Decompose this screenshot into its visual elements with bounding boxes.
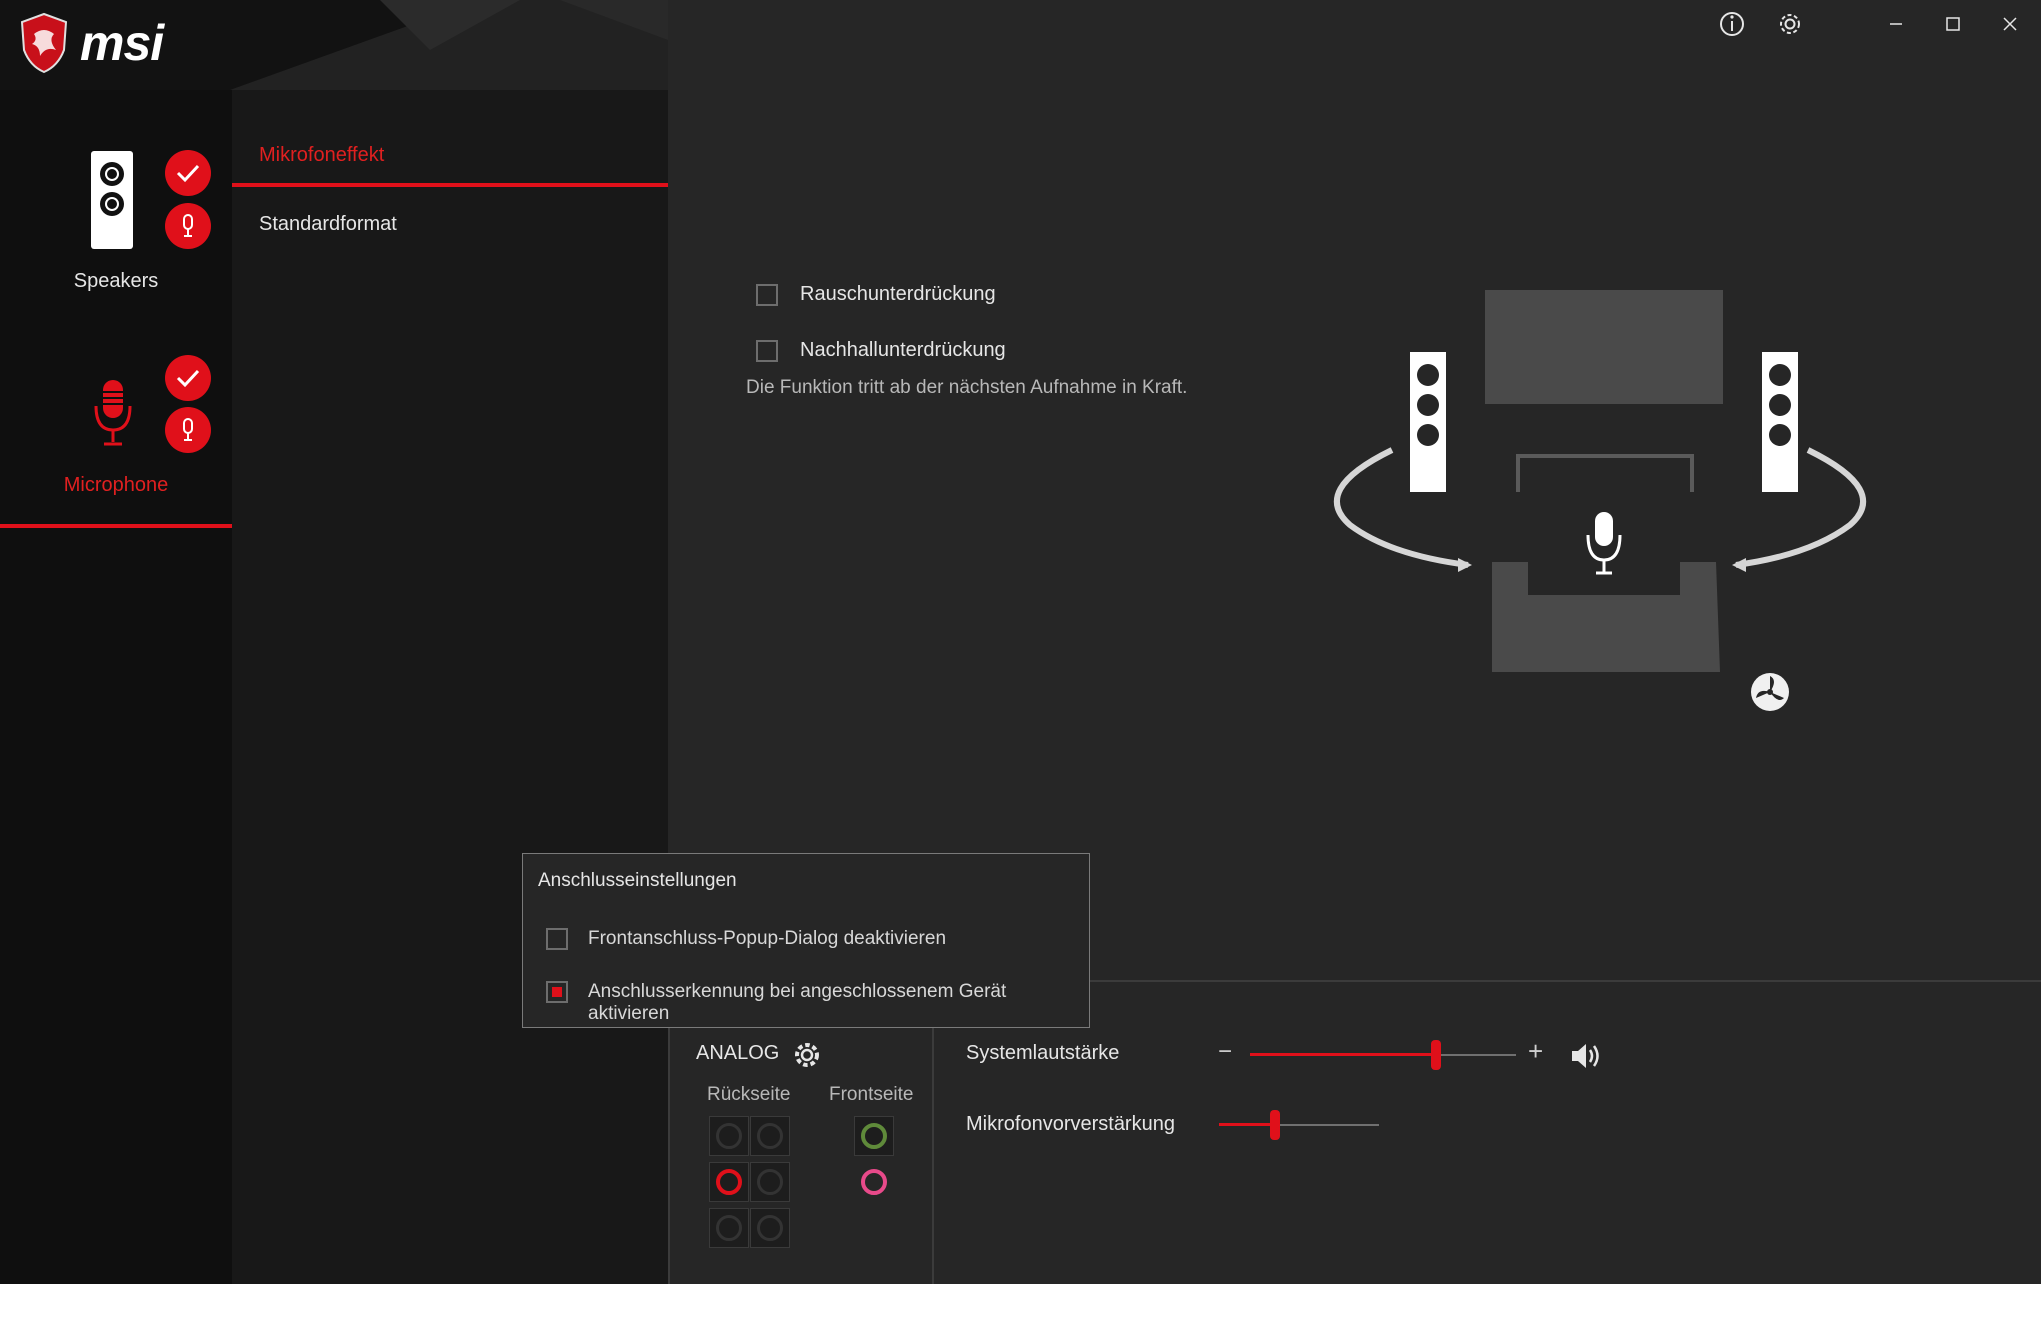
- effect-note: Die Funktion tritt ab der nächsten Aufna…: [746, 377, 1188, 398]
- jack-detection-label: Anschlusserkennung bei angeschlossenem G…: [588, 981, 1007, 1024]
- volume-increase-button[interactable]: +: [1528, 1036, 1543, 1067]
- microphone-icon: [94, 380, 132, 446]
- port-settings-popup: Anschlusseinstellungen Frontanschluss-Po…: [522, 853, 1090, 1028]
- front-label: Frontseite: [829, 1084, 914, 1105]
- maximize-icon[interactable]: [1933, 4, 1973, 44]
- device-speakers[interactable]: Speakers: [0, 100, 232, 300]
- tab-active-indicator: [232, 183, 668, 187]
- analog-title: ANALOG: [696, 1042, 780, 1064]
- microphone-default-badge: [165, 355, 211, 401]
- echo-cancel-checkbox[interactable]: [756, 340, 778, 362]
- checkmark-icon: [176, 369, 200, 388]
- app-window: msi Speakers Microphone Mikrofoneffekt S…: [0, 0, 2041, 1284]
- gear-icon[interactable]: [1770, 4, 1810, 44]
- device-label: Microphone: [63, 474, 169, 496]
- noise-suppression-label: Rauschunterdrückung: [800, 283, 996, 305]
- device-label: Speakers: [73, 270, 159, 292]
- minimize-icon[interactable]: [1876, 4, 1916, 44]
- fan-icon[interactable]: [1748, 670, 1792, 714]
- rear-jack-slot[interactable]: [750, 1116, 790, 1156]
- noise-suppression-checkbox[interactable]: [756, 284, 778, 306]
- speaker-icon: [91, 151, 133, 249]
- tab-mikrofoneffekt[interactable]: Mikrofoneffekt: [259, 144, 384, 167]
- section-divider: [1090, 980, 2041, 982]
- device-microphone[interactable]: Microphone: [0, 340, 232, 530]
- rear-jack-slot[interactable]: [709, 1116, 749, 1156]
- sub-navigation: [232, 90, 668, 1284]
- checkmark-icon: [176, 164, 200, 183]
- mic-boost-slider[interactable]: [1219, 1110, 1379, 1140]
- rear-jack-mic-active[interactable]: [709, 1162, 749, 1202]
- selected-indicator: [0, 524, 232, 528]
- rear-jack-slot[interactable]: [750, 1162, 790, 1202]
- front-popup-disable-label: Frontanschluss-Popup-Dialog deaktivieren: [588, 928, 947, 949]
- jack-detection-checkbox[interactable]: [546, 981, 568, 1003]
- front-jack-mic[interactable]: [854, 1162, 894, 1202]
- info-icon[interactable]: [1712, 4, 1752, 44]
- msi-shield-icon: [20, 12, 68, 74]
- room-illustration: [1333, 290, 1867, 672]
- echo-cancel-label: Nachhallunterdrückung: [800, 339, 1006, 361]
- microphone-comm-badge: [165, 407, 211, 453]
- rear-label: Rückseite: [707, 1084, 791, 1105]
- speaker-comm-badge: [165, 203, 211, 249]
- speaker-default-badge: [165, 150, 211, 196]
- close-icon[interactable]: [1990, 4, 2030, 44]
- microphone-small-icon: [183, 214, 193, 237]
- volume-decrease-button[interactable]: −: [1218, 1038, 1232, 1066]
- msi-logo-text: msi: [80, 15, 164, 71]
- popup-title: Anschlusseinstellungen: [538, 870, 737, 891]
- front-jack-headphone[interactable]: [854, 1116, 894, 1156]
- front-popup-disable-checkbox[interactable]: [546, 928, 568, 950]
- system-volume-label: Systemlautstärke: [966, 1042, 1120, 1064]
- rear-jack-slot[interactable]: [709, 1208, 749, 1248]
- tab-standardformat[interactable]: Standardformat: [259, 213, 397, 236]
- gear-icon[interactable]: [790, 1038, 824, 1072]
- microphone-small-icon: [183, 418, 193, 441]
- mic-boost-label: Mikrofonvorverstärkung: [966, 1113, 1175, 1135]
- rear-jack-slot[interactable]: [750, 1208, 790, 1248]
- speaker-volume-icon[interactable]: [1568, 1040, 1604, 1072]
- system-volume-slider[interactable]: [1250, 1040, 1516, 1070]
